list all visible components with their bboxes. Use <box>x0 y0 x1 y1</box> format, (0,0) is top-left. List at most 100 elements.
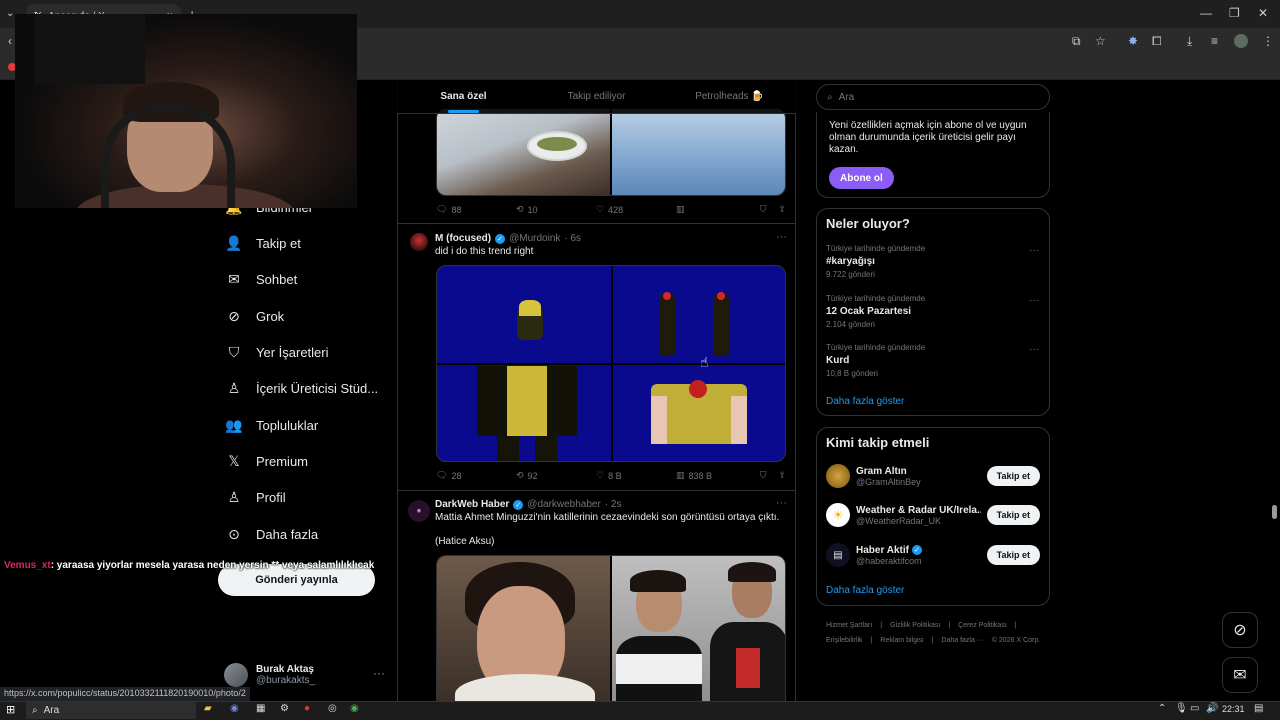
repost-button[interactable]: ⟲ 92 <box>516 470 596 481</box>
microphone-icon[interactable]: 🎙 <box>1175 703 1188 714</box>
post-timestamp[interactable]: · 6s <box>564 233 581 244</box>
footer-link-terms[interactable]: Hizmet Şartları <box>826 622 872 629</box>
follow-suggestion[interactable]: ☀ Weather & Radar UK/Irela... @WeatherRa… <box>826 503 1040 527</box>
post-more-icon[interactable]: ··· <box>776 231 787 243</box>
post-author-handle[interactable]: @darkwebhaber <box>527 499 601 510</box>
trend-more-icon[interactable]: ··· <box>1029 245 1039 256</box>
address-bar[interactable] <box>356 32 1116 52</box>
nav-chat[interactable]: ✉ Sohbet <box>226 271 297 287</box>
repost-button[interactable]: ⟲ 10 <box>516 204 596 215</box>
taskbar-clock[interactable]: 22:31 <box>1222 704 1245 714</box>
post-image[interactable] <box>659 294 675 356</box>
post-author-avatar[interactable] <box>410 233 428 251</box>
trends-show-more-link[interactable]: Daha fazla göster <box>826 396 904 407</box>
notification-icon[interactable]: ▤ <box>1254 703 1263 714</box>
post-author-avatar[interactable]: ◉ <box>408 500 430 522</box>
taskbar-search[interactable]: ⌕ Ara <box>26 702 196 719</box>
windows-start-icon[interactable]: ⊞ <box>6 703 15 716</box>
trend-item[interactable]: Türkiye tarihinde gündemde 12 Ocak Pazar… <box>826 294 925 329</box>
nav-profile[interactable]: ♙ Profil <box>226 489 286 505</box>
post-image[interactable] <box>612 556 785 703</box>
account-switcher[interactable]: Burak Aktaş @burakakts_ <box>224 660 394 690</box>
bookmark-icon[interactable]: ⛉ <box>760 204 767 215</box>
post-author-handle[interactable]: @Murdoink <box>509 233 560 244</box>
network-icon[interactable]: ▭ <box>1190 703 1199 714</box>
nav-follow[interactable]: 👤 Takip et <box>225 235 301 251</box>
tab-petrolheads[interactable]: Petrolheads 🍺 <box>663 80 796 113</box>
tab-following[interactable]: Takip ediliyor <box>530 80 663 113</box>
post-more-icon[interactable]: ··· <box>776 497 787 509</box>
reading-list-icon[interactable]: ≡ <box>1211 34 1218 48</box>
extension-icon[interactable]: ✸ <box>1128 34 1138 48</box>
follow-button[interactable]: Takip et <box>986 466 1040 486</box>
terminal-icon[interactable]: ▦ <box>256 703 265 714</box>
puzzle-icon[interactable]: ⧠ <box>1152 34 1162 49</box>
views-button[interactable]: ▥ <box>676 204 746 215</box>
footer-link-ads-info[interactable]: Reklam bilgisi <box>880 637 923 644</box>
account-more-icon[interactable]: ··· <box>373 666 385 680</box>
steam-icon[interactable]: ⚙ <box>280 703 289 714</box>
tab-for-you[interactable]: Sana özel <box>397 80 530 113</box>
post-image-grid[interactable] <box>436 555 786 703</box>
messages-fab-button[interactable]: ✉ <box>1222 657 1258 693</box>
subscribe-button[interactable]: Abone ol <box>829 167 894 189</box>
nav-creator-studio[interactable]: ♙ İçerik Üreticisi Stüd... <box>226 380 378 396</box>
nav-grok[interactable]: ⊘ Grok <box>226 308 284 324</box>
post-author-name[interactable]: M (focused) <box>435 233 491 244</box>
tray-chevron-icon[interactable]: ⌃ <box>1158 703 1166 714</box>
post-image[interactable] <box>437 556 610 703</box>
profile-avatar-icon[interactable] <box>1234 34 1248 48</box>
post-image-grid[interactable] <box>436 108 786 196</box>
post-image[interactable] <box>437 109 610 195</box>
page-scrollbar[interactable] <box>1270 80 1278 702</box>
minimize-icon[interactable]: — <box>1200 6 1212 20</box>
nav-bookmarks[interactable]: ⛉ Yer İşaretleri <box>226 344 329 360</box>
nav-communities[interactable]: 👥 Topluluklar <box>225 417 318 433</box>
trend-item[interactable]: Türkiye tarihinde gündemde #karyağışı 9.… <box>826 244 925 279</box>
follow-show-more-link[interactable]: Daha fazla göster <box>826 585 904 596</box>
post-image[interactable] <box>612 109 785 195</box>
views-button[interactable]: ▥ 838 B <box>676 470 756 481</box>
like-button[interactable]: ♡ 8 B <box>596 470 676 481</box>
follow-suggestion[interactable]: ▤ Haber Aktif ✓ @haberaktifcom Takip et <box>826 543 1040 567</box>
footer-link-privacy[interactable]: Gizlilik Politikası <box>890 622 940 629</box>
share-icon[interactable]: ⇪ <box>778 470 786 481</box>
nav-premium[interactable]: 𝕏 Premium <box>226 453 308 469</box>
tab-list-icon[interactable]: ⌄ <box>6 8 14 19</box>
post-timestamp[interactable]: · 2s <box>605 499 622 510</box>
nav-more[interactable]: ⊙ Daha fazla <box>226 526 318 542</box>
menu-dots-icon[interactable]: ⋮ <box>1262 34 1274 48</box>
bookmark-star-icon[interactable]: ☆ <box>1095 34 1106 48</box>
mouse-cursor-icon: ☝ <box>700 354 709 370</box>
discord-icon[interactable]: ◉ <box>230 703 239 714</box>
app-icon[interactable]: ◎ <box>328 703 337 714</box>
scrollbar-thumb[interactable] <box>1272 505 1277 519</box>
trend-item[interactable]: Türkiye tarihinde gündemde Kurd 10,8 B g… <box>826 343 925 378</box>
restore-icon[interactable]: ❐ <box>1229 6 1240 20</box>
trend-more-icon[interactable]: ··· <box>1029 344 1039 355</box>
follow-suggestion[interactable]: Gram Altın @GramAltinBey Takip et <box>826 464 1040 488</box>
back-icon[interactable]: ‹ <box>8 34 12 48</box>
share-icon[interactable]: ⇪ <box>778 204 786 215</box>
download-icon[interactable]: ⤓ <box>1187 34 1192 49</box>
volume-icon[interactable]: 🔊 <box>1206 703 1218 714</box>
cast-icon[interactable]: ⧉ <box>1072 34 1081 49</box>
follow-button[interactable]: Takip et <box>986 545 1040 565</box>
bookmark-icon[interactable]: ⛉ <box>760 470 767 481</box>
media-app-icon[interactable]: ● <box>304 703 310 714</box>
follow-button[interactable]: Takip et <box>986 505 1040 525</box>
like-button[interactable]: ♡ 428 <box>596 204 676 215</box>
window-close-icon[interactable]: ✕ <box>1258 6 1268 20</box>
trend-more-icon[interactable]: ··· <box>1029 295 1039 306</box>
post-image-grid[interactable] <box>436 265 786 462</box>
reply-button[interactable]: 🗨 28 <box>436 470 516 481</box>
footer-link-accessibility[interactable]: Erişilebilirlik <box>826 637 863 644</box>
grok-fab-button[interactable]: ⊘ <box>1222 612 1258 648</box>
search-input[interactable]: ⌕ Ara <box>816 84 1050 110</box>
reply-button[interactable]: 🗨 88 <box>436 204 516 215</box>
footer-link-more[interactable]: Daha fazla ··· <box>941 637 983 644</box>
chrome-icon[interactable]: ◉ <box>350 703 359 714</box>
file-explorer-icon[interactable]: ▰ <box>204 703 212 714</box>
post-author-name[interactable]: DarkWeb Haber <box>435 499 509 510</box>
footer-link-cookies[interactable]: Çerez Politikası <box>958 622 1007 629</box>
